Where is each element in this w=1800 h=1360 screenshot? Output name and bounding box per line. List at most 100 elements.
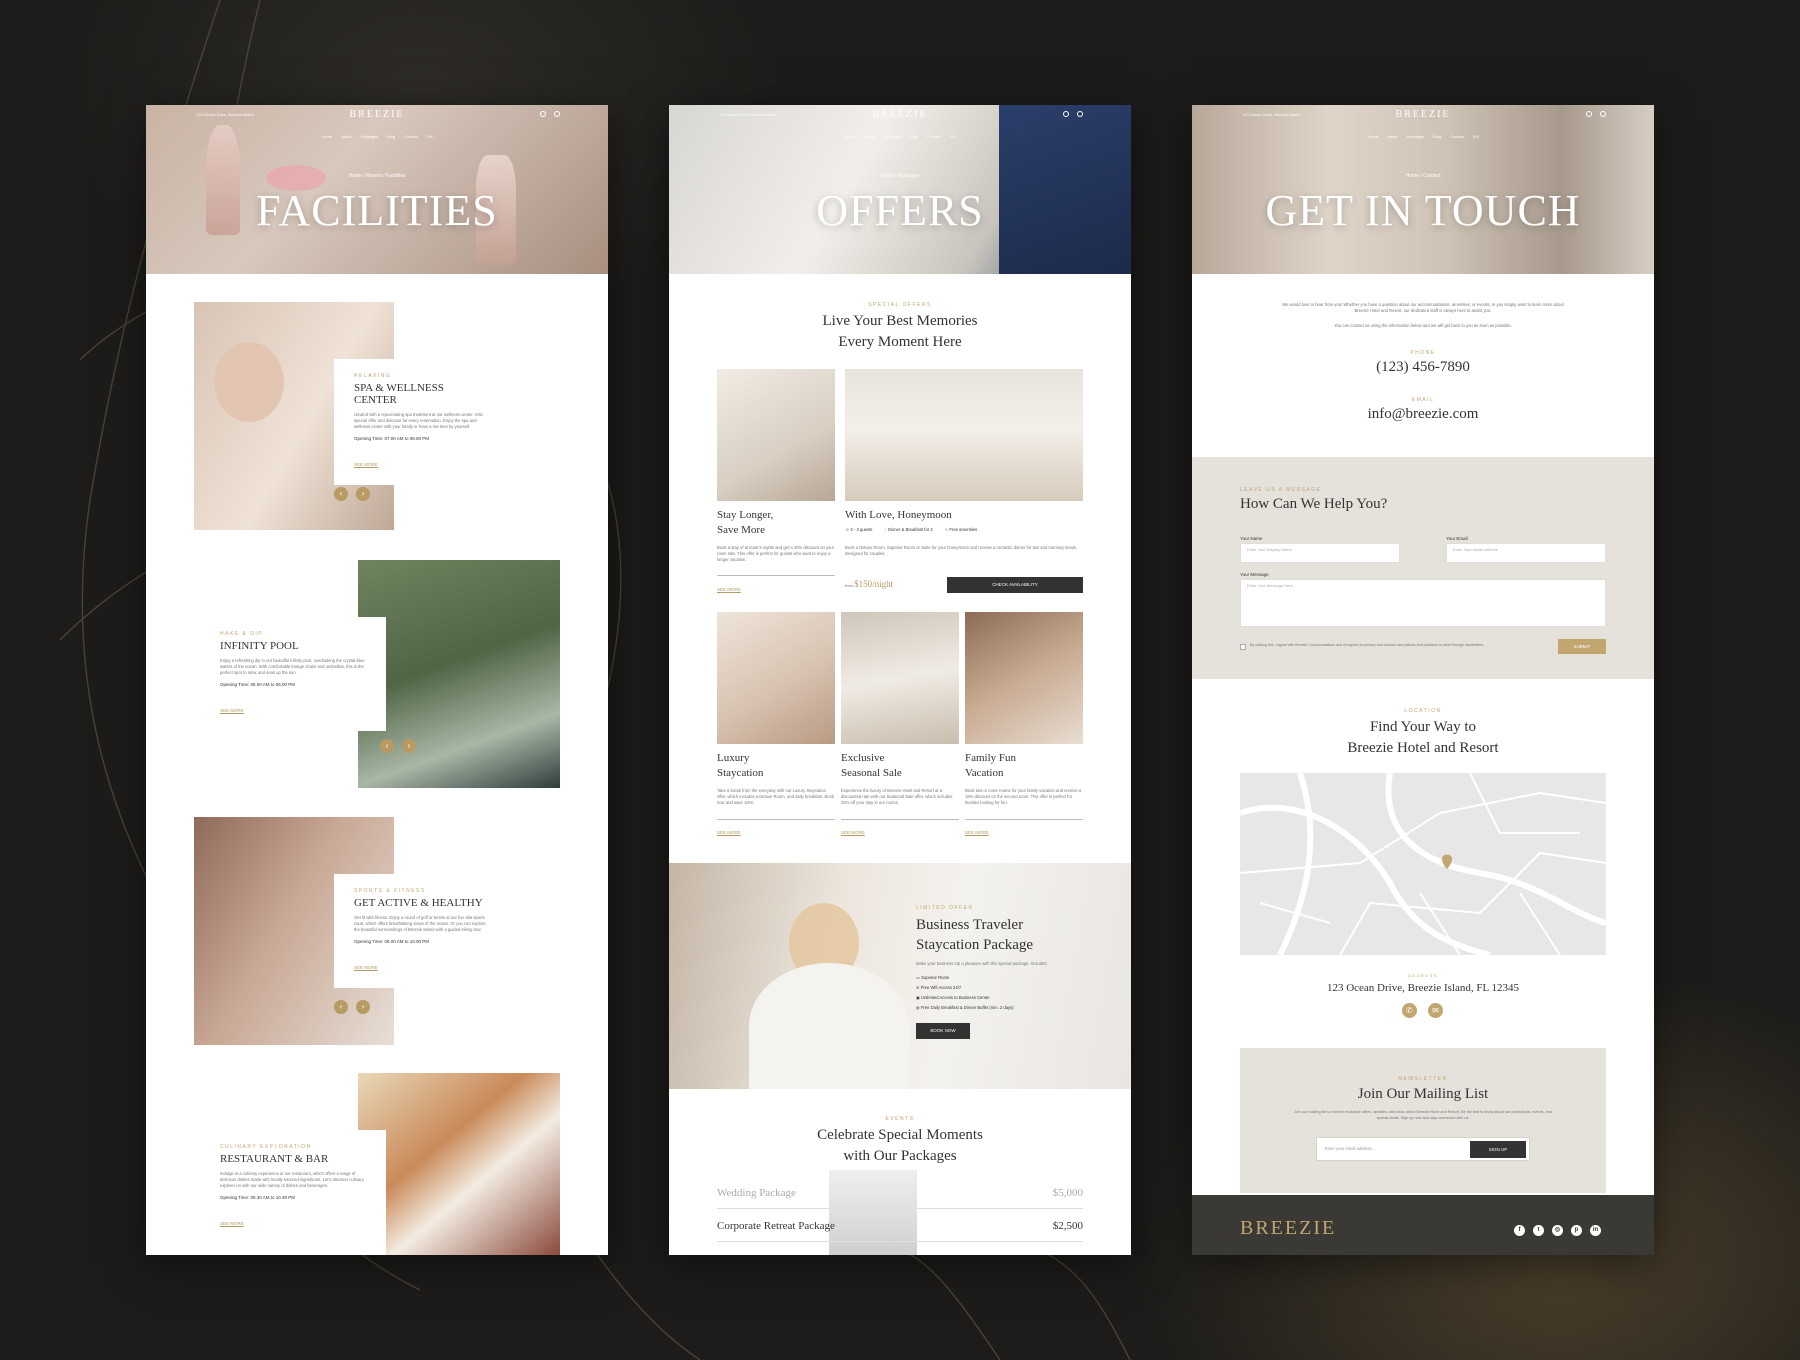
nav-item-contact[interactable]: Contact xyxy=(927,134,941,139)
nav-item-home[interactable]: Home xyxy=(321,134,332,139)
mail-icon[interactable]: ✉ xyxy=(1428,1003,1443,1018)
title-line: Family Fun xyxy=(965,752,1017,764)
guests-feature: ☺ 2 - 3 guests xyxy=(845,527,872,532)
facility-hours: Opening Time: 06.00 AM to 10.00 PM xyxy=(354,938,430,944)
breadcrumb-home[interactable]: Home xyxy=(1406,173,1419,179)
facility-card-pool: HAKE & DIP INFINITY POOL Enjoy a refresh… xyxy=(200,617,386,731)
facility-card-spa: RELAXING SPA & WELLNESS CENTER Unwind wi… xyxy=(334,359,508,485)
footer-logo[interactable]: BREEZIE xyxy=(1240,1217,1336,1240)
nav-item-contact[interactable]: Contact xyxy=(1450,134,1464,139)
newsletter-section: NEWSLETTER Join Our Mailing List Join ou… xyxy=(1240,1048,1606,1193)
nav-item-packages[interactable]: Packages xyxy=(884,134,902,139)
phone-value[interactable]: (123) 456-7890 xyxy=(1192,359,1654,376)
offer-features: ☺ 2 - 3 guests ◌ Dinner & Breakfast for … xyxy=(845,527,977,532)
package-name: Wedding Package xyxy=(717,1187,796,1199)
nav-item-language[interactable]: EN xyxy=(427,134,433,139)
business-intro: Make your business trip a pleasure with … xyxy=(916,961,1048,966)
nav-item-packages[interactable]: Packages xyxy=(361,134,379,139)
see-more-link[interactable]: SEE MORE xyxy=(220,708,244,713)
breadcrumb-rooms[interactable]: Rooms xyxy=(366,173,382,179)
package-row-wedding[interactable]: Wedding Package $5,000 xyxy=(717,1187,1083,1199)
email-input[interactable]: Enter Your email address xyxy=(1446,543,1606,563)
nav-item-blog[interactable]: Blog xyxy=(910,134,918,139)
business-title: Business Traveler Staycation Package xyxy=(916,915,1106,955)
title-line: Exclusive xyxy=(841,752,885,764)
luxury-staycation-image xyxy=(717,612,835,744)
newsletter-desc: Join our mailing list to receive exclusi… xyxy=(1293,1110,1553,1120)
instagram-icon[interactable]: ◎ xyxy=(1552,1225,1563,1236)
email-value[interactable]: info@breezie.com xyxy=(1192,406,1654,423)
sign-up-button[interactable]: SIGN UP xyxy=(1470,1141,1526,1158)
breadcrumb-current: Contact xyxy=(1423,173,1441,179)
facility-hours: Opening Time: 07.00 AM to 08.00 PM xyxy=(354,435,430,441)
nav-item-home[interactable]: Home xyxy=(1367,134,1378,139)
breadcrumb-home[interactable]: Home xyxy=(349,173,362,179)
facility-title: INFINITY POOL xyxy=(220,640,299,652)
see-more-link[interactable]: SEE MORE xyxy=(965,830,989,835)
heading-line: Every Moment Here xyxy=(838,334,962,350)
submit-button[interactable]: SUBMIT xyxy=(1558,639,1606,654)
section-heading: Find Your Way to Breezie Hotel and Resor… xyxy=(1192,717,1654,759)
see-more-link[interactable]: SEE MORE xyxy=(354,965,378,970)
page-title: FACILITIES xyxy=(256,186,498,235)
nav-item-contact[interactable]: Contact xyxy=(404,134,418,139)
nav-item-home[interactable]: Home xyxy=(844,134,855,139)
facilities-hero: 123 Ocean Drive, Breezie Island BREEZIE … xyxy=(146,105,608,274)
nav-item-about[interactable]: About xyxy=(1387,134,1397,139)
nav-item-language[interactable]: EN xyxy=(950,134,956,139)
breadcrumb-home[interactable]: Home xyxy=(880,173,893,179)
nav-item-blog[interactable]: Blog xyxy=(1433,134,1441,139)
title-line: Staycation xyxy=(717,767,764,779)
page-title: GET IN TOUCH xyxy=(1265,186,1581,235)
globe-icon[interactable] xyxy=(1600,111,1606,117)
header-logo[interactable]: BREEZIE xyxy=(1192,109,1654,120)
next-arrow-icon[interactable]: › xyxy=(356,487,370,501)
search-icon[interactable] xyxy=(1063,111,1069,117)
see-more-link[interactable]: SEE MORE xyxy=(717,830,741,835)
book-now-button[interactable]: BOOK NOW xyxy=(916,1023,970,1040)
search-icon[interactable] xyxy=(540,111,546,117)
nav-item-about[interactable]: About xyxy=(341,134,351,139)
package-row-corporate[interactable]: Corporate Retreat Package $2,500 xyxy=(717,1220,1083,1232)
slider-arrows: ‹ › xyxy=(380,739,416,753)
nav-item-packages[interactable]: Packages xyxy=(1407,134,1425,139)
see-more-link[interactable]: SEE MORE xyxy=(841,830,865,835)
contact-form-section: LEAVE US A MESSAGE How Can We Help You? … xyxy=(1192,457,1654,679)
name-input[interactable]: Enter Your Display Name xyxy=(1240,543,1400,563)
see-more-link[interactable]: SEE MORE xyxy=(220,1221,244,1226)
message-textarea[interactable]: Enter Your Message Here... xyxy=(1240,579,1606,627)
message-label: Your Message xyxy=(1240,572,1269,577)
section-heading: Live Your Best Memories Every Moment Her… xyxy=(669,311,1131,353)
consent-checkbox[interactable] xyxy=(1240,644,1246,650)
next-arrow-icon[interactable]: › xyxy=(356,1000,370,1014)
nav-item-language[interactable]: EN xyxy=(1473,134,1479,139)
nav-item-blog[interactable]: Blog xyxy=(387,134,395,139)
prev-arrow-icon[interactable]: ‹ xyxy=(334,487,348,501)
prev-arrow-icon[interactable]: ‹ xyxy=(380,739,394,753)
globe-icon[interactable] xyxy=(554,111,560,117)
header-logo[interactable]: BREEZIE xyxy=(669,109,1131,120)
search-icon[interactable] xyxy=(1586,111,1592,117)
nav-item-about[interactable]: About xyxy=(864,134,874,139)
globe-icon[interactable] xyxy=(1077,111,1083,117)
twitter-icon[interactable]: t xyxy=(1533,1225,1544,1236)
divider xyxy=(841,819,959,820)
facebook-icon[interactable]: f xyxy=(1514,1225,1525,1236)
see-more-link[interactable]: SEE MORE xyxy=(717,587,741,592)
location-map[interactable] xyxy=(1240,773,1606,955)
header-logo[interactable]: BREEZIE xyxy=(146,109,608,120)
pool-image xyxy=(358,560,560,788)
prev-arrow-icon[interactable]: ‹ xyxy=(334,1000,348,1014)
facility-hours: Opening Time: 05.00 AM to 05.00 PM xyxy=(220,681,296,687)
linkedin-icon[interactable]: in xyxy=(1590,1225,1601,1236)
price-prefix: from xyxy=(845,583,853,588)
heading-line: Breezie Hotel and Resort xyxy=(1347,740,1499,756)
newsletter-email-input[interactable]: Enter your email address... xyxy=(1325,1146,1375,1151)
next-arrow-icon[interactable]: › xyxy=(402,739,416,753)
dinner-feature: ◌ Dinner & Breakfast for 2 xyxy=(884,527,932,532)
check-availability-button[interactable]: CHECK AVAILABILITY xyxy=(947,577,1083,593)
see-more-link[interactable]: SEE MORE xyxy=(354,462,378,467)
pinterest-icon[interactable]: p xyxy=(1571,1225,1582,1236)
main-nav: Home About Packages Blog Contact EN xyxy=(146,134,608,139)
phone-icon[interactable]: ✆ xyxy=(1402,1003,1417,1018)
